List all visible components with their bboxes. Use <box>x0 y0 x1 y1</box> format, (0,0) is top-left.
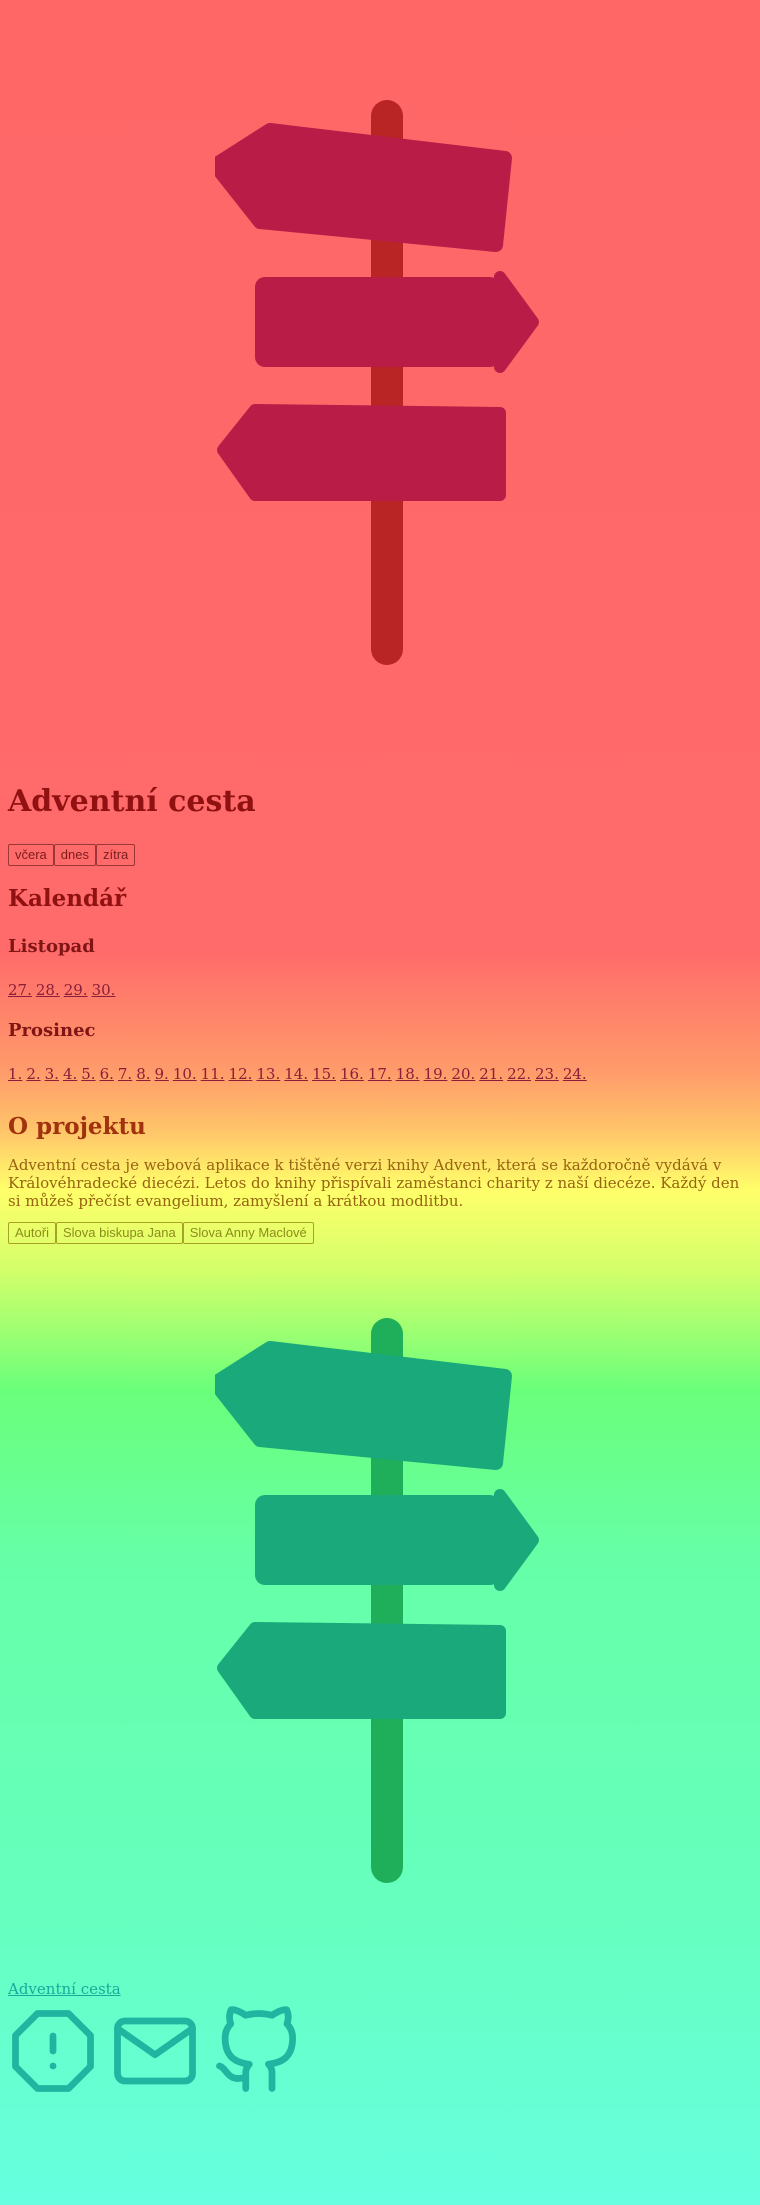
day-link[interactable]: 20. <box>451 1065 475 1083</box>
day-link[interactable]: 6. <box>100 1065 114 1083</box>
day-link[interactable]: 3. <box>45 1065 59 1083</box>
day-link[interactable]: 13. <box>256 1065 280 1083</box>
december-days: 1. 2. 3. 4. 5. 6. 7. 8. 9. 10. 11. 12. 13. 14. 15. 16. 1… <box>8 1064 752 1084</box>
page-title: Adventní cesta <box>8 784 256 819</box>
footer-icons <box>8 2006 314 2096</box>
day-link[interactable]: 8. <box>136 1065 150 1083</box>
november-days: 27. 28. 29. 30. <box>8 980 752 1000</box>
day-link[interactable]: 14. <box>284 1065 308 1083</box>
anna-words-button[interactable]: Slova Anny Maclové <box>182 1222 314 1244</box>
day-link[interactable]: 2. <box>26 1065 40 1083</box>
day-link[interactable]: 24. <box>563 1065 587 1083</box>
tomorrow-button[interactable]: zítra <box>96 844 136 866</box>
today-button[interactable]: dnes <box>53 844 96 866</box>
day-link[interactable]: 1. <box>8 1065 22 1083</box>
day-link[interactable]: 30. <box>92 981 116 999</box>
day-link[interactable]: 28. <box>36 981 60 999</box>
day-link[interactable]: 22. <box>507 1065 531 1083</box>
mail-icon[interactable] <box>110 2006 200 2096</box>
about-text: Adventní cesta je webová aplikace k tišt… <box>8 1156 740 1210</box>
about-links: Autoři Slova biskupa Jana Slova Anny Mac… <box>8 1222 752 1244</box>
day-navigation: včera dnes zítra <box>8 844 752 866</box>
day-link[interactable]: 17. <box>368 1065 392 1083</box>
day-link[interactable]: 10. <box>173 1065 197 1083</box>
signpost-illustration-top <box>215 100 539 665</box>
day-link[interactable]: 7. <box>118 1065 132 1083</box>
day-link[interactable]: 4. <box>63 1065 77 1083</box>
november-heading: Listopad <box>8 936 95 957</box>
yesterday-button[interactable]: včera <box>8 844 54 866</box>
bishop-words-button[interactable]: Slova biskupa Jana <box>55 1222 183 1244</box>
day-link[interactable]: 9. <box>155 1065 169 1083</box>
day-link[interactable]: 19. <box>424 1065 448 1083</box>
day-link[interactable]: 21. <box>479 1065 503 1083</box>
signpost-illustration-bottom <box>215 1318 539 1883</box>
authors-button[interactable]: Autoři <box>8 1222 56 1244</box>
github-icon[interactable] <box>212 2006 302 2096</box>
day-link[interactable]: 23. <box>535 1065 559 1083</box>
december-heading: Prosinec <box>8 1020 96 1041</box>
day-link[interactable]: 11. <box>201 1065 225 1083</box>
day-link[interactable]: 12. <box>229 1065 253 1083</box>
day-link[interactable]: 27. <box>8 981 32 999</box>
alert-octagon-icon[interactable] <box>8 2006 98 2096</box>
day-link[interactable]: 15. <box>312 1065 336 1083</box>
about-heading: O projektu <box>8 1113 146 1140</box>
day-link[interactable]: 18. <box>396 1065 420 1083</box>
footer: Adventní cesta <box>8 1980 314 2096</box>
footer-home-link[interactable]: Adventní cesta <box>8 1980 314 1998</box>
calendar-heading: Kalendář <box>8 885 127 912</box>
day-link[interactable]: 5. <box>81 1065 95 1083</box>
main-content: Adventní cesta včera dnes zítra Kalendář… <box>8 780 752 1244</box>
day-link[interactable]: 16. <box>340 1065 364 1083</box>
day-link[interactable]: 29. <box>64 981 88 999</box>
